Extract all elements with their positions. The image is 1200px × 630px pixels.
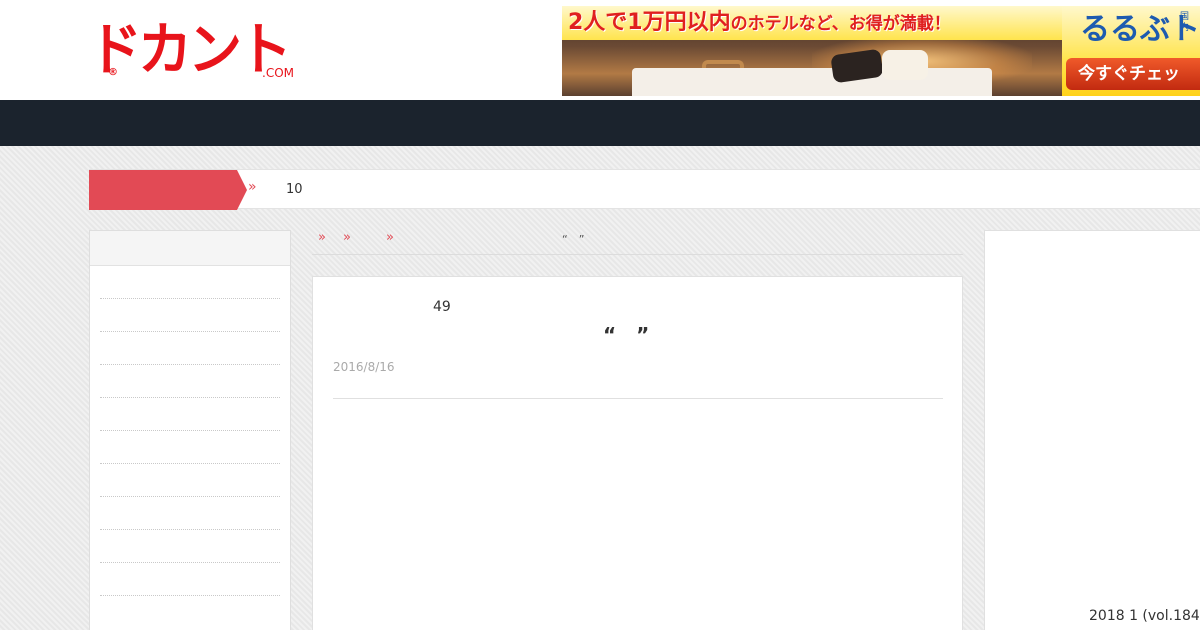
ad-brand-name: るるぶ [1080, 12, 1170, 47]
ad-pillow-image [882, 50, 928, 80]
right-sidebar [984, 230, 1200, 630]
article-title: “ ” [603, 323, 650, 347]
article-divider [333, 398, 943, 399]
news-ticker-link[interactable]: 10 [286, 182, 303, 197]
logo-registered-mark: ® [108, 67, 118, 78]
category-menu-item[interactable] [100, 530, 280, 563]
article-date: 2016/8/16 [333, 360, 395, 374]
news-ticker: » 10 [89, 169, 1200, 210]
category-menu-item[interactable] [100, 365, 280, 398]
breadcrumb-current: “ ” [562, 233, 585, 246]
ad-headline: 2人で1万円以内のホテルなど、お得が満載！ [562, 6, 1062, 40]
category-menu-item[interactable] [100, 398, 280, 431]
breadcrumb-chevron-icon: » [318, 230, 326, 245]
ad-headline-rest: のホテルなど、お得が満載！ [730, 14, 951, 34]
ad-banner[interactable]: 2人で1万円以内のホテルなど、お得が満載！ るるぶト 国内 今すぐチェッ [562, 6, 1200, 96]
category-menu-item[interactable] [100, 563, 280, 596]
breadcrumb: » » » “ ” [312, 230, 963, 255]
ad-cta-button[interactable]: 今すぐチェッ [1066, 58, 1200, 90]
article-number: 49 [433, 299, 451, 315]
category-menu-item[interactable] [100, 332, 280, 365]
site-header: ドカント ® .COM 2人で1万円以内のホテルなど、お得が満載！ るるぶト 国… [0, 0, 1200, 100]
issue-link[interactable]: 2018 1 (vol.184) [1089, 608, 1200, 624]
category-menu-item[interactable] [100, 497, 280, 530]
category-menu-item[interactable] [100, 464, 280, 497]
article: 49 “ ” 2016/8/16 [312, 276, 963, 630]
category-menu [100, 266, 280, 596]
category-menu-item[interactable] [100, 266, 280, 299]
breadcrumb-chevron-icon: » [386, 230, 394, 245]
logo-wordmark: ドカント [88, 16, 292, 83]
category-menu-item[interactable] [100, 431, 280, 464]
ad-headline-price: 2人で1万円以内 [568, 10, 731, 35]
news-ticker-label [89, 170, 247, 210]
breadcrumb-chevron-icon: » [343, 230, 351, 245]
left-sidebar [89, 230, 291, 630]
news-chevron-icon: » [248, 179, 257, 195]
category-menu-item[interactable] [100, 299, 280, 332]
main-nav [0, 100, 1200, 146]
ad-brand-sub: 国内 [1180, 12, 1190, 33]
logo-domain-suffix: .COM [262, 66, 294, 80]
ad-bed-image [632, 68, 992, 96]
left-sidebar-header [90, 231, 290, 266]
